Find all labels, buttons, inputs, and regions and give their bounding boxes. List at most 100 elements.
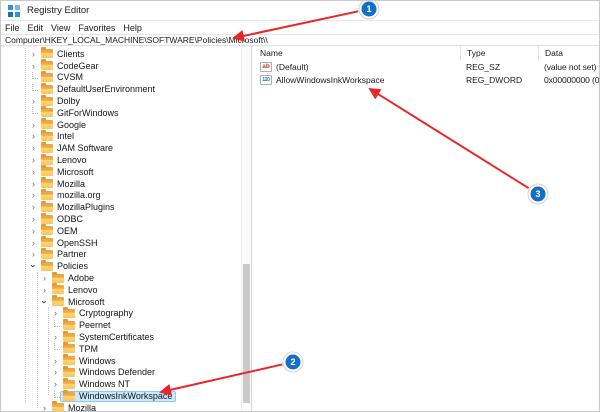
tree-item-label: Windows Defender — [79, 367, 155, 377]
chevron-collapsed-icon[interactable]: › — [29, 190, 38, 200]
tree-item-label: Microsoft — [57, 167, 94, 177]
tree-item-mozillaplugins[interactable]: ›MozillaPlugins — [1, 201, 240, 213]
chevron-collapsed-icon[interactable]: › — [29, 179, 38, 189]
folder-icon — [41, 108, 53, 117]
chevron-collapsed-icon[interactable]: › — [29, 143, 38, 153]
column-header-name[interactable]: Name — [254, 46, 460, 60]
chevron-expanded-icon[interactable]: › — [29, 262, 39, 271]
tree-item-label: Lenovo — [68, 285, 98, 295]
tree-item-defaultuserenvironment[interactable]: DefaultUserEnvironment — [1, 83, 240, 95]
tree-item-codegear[interactable]: ›CodeGear — [1, 60, 240, 72]
tree-item-jam-software[interactable]: ›JAM Software — [1, 142, 240, 154]
tree-scrollbar-thumb[interactable] — [243, 264, 250, 403]
tree-item-intel[interactable]: ›Intel — [1, 131, 240, 143]
tree-item-lenovo[interactable]: › Lenovo — [1, 284, 240, 296]
tree-item-label: Partner — [57, 249, 87, 259]
folder-icon — [41, 97, 53, 106]
tree-item-gitforwindows[interactable]: GitForWindows — [1, 107, 240, 119]
tree-item-mozilla[interactable]: ›Mozilla — [1, 178, 240, 190]
tree-item-adobe[interactable]: ›Adobe — [1, 272, 240, 284]
tree-item-openssh[interactable]: ›OpenSSH — [1, 237, 240, 249]
chevron-collapsed-icon[interactable]: › — [29, 202, 38, 212]
chevron-collapsed-icon[interactable]: › — [40, 285, 49, 295]
tree-item-label: Policies — [57, 261, 88, 271]
value-data: 0x00000000 (0) — [538, 75, 599, 85]
value-name: AllowWindowsInkWorkspace — [276, 75, 385, 85]
chevron-collapsed-icon[interactable]: › — [51, 379, 60, 389]
address-bar[interactable]: Computer\HKEY_LOCAL_MACHINE\SOFTWARE\Pol… — [1, 34, 599, 46]
chevron-collapsed-icon[interactable]: › — [29, 96, 38, 106]
tree-item-cvsm[interactable]: CVSM — [1, 72, 240, 84]
tree-item-label: Cryptography — [79, 308, 133, 318]
chevron-collapsed-icon[interactable]: › — [29, 120, 38, 130]
chevron-collapsed-icon[interactable]: › — [29, 131, 38, 141]
chevron-collapsed-icon[interactable]: › — [51, 356, 60, 366]
chevron-collapsed-icon[interactable]: › — [29, 249, 38, 259]
chevron-collapsed-icon[interactable]: › — [29, 167, 38, 177]
chevron-collapsed-icon[interactable]: › — [29, 226, 38, 236]
leaf-connector — [51, 393, 60, 400]
chevron-collapsed-icon[interactable]: › — [29, 61, 38, 71]
chevron-collapsed-icon[interactable]: › — [40, 273, 49, 283]
tree-item-peernet[interactable]: Peernet — [1, 319, 240, 331]
chevron-collapsed-icon[interactable]: › — [51, 367, 60, 377]
folder-icon — [41, 120, 53, 129]
folder-icon — [41, 73, 53, 82]
tree-item-clients[interactable]: ›Clients — [1, 48, 240, 60]
tree-item-label: WindowsInkWorkspace — [79, 391, 172, 401]
leaf-connector — [51, 322, 60, 329]
menu-item-favorites[interactable]: Favorites — [78, 23, 123, 33]
tree-item-windows-defender[interactable]: › Windows Defender — [1, 367, 240, 379]
tree-item-label: SystemCertificates — [79, 332, 154, 342]
tree-item-mozilla[interactable]: ›Mozilla — [1, 402, 240, 411]
chevron-expanded-icon[interactable]: › — [40, 297, 50, 306]
folder-icon — [63, 380, 75, 389]
tree-item-tpm[interactable]: TPM — [1, 343, 240, 355]
folder-icon — [52, 403, 64, 411]
tree-item-windows[interactable]: ›Windows — [1, 355, 240, 367]
menu-item-view[interactable]: View — [51, 23, 78, 33]
column-header-data[interactable]: Data — [538, 46, 599, 60]
menu-bar: File Edit View Favorites Help — [1, 21, 599, 34]
chevron-collapsed-icon[interactable]: › — [29, 238, 38, 248]
tree-scrollbar[interactable] — [241, 46, 251, 411]
tree-item-cryptography[interactable]: › Cryptography — [1, 308, 240, 320]
value-row-allowwindowsinkworkspace[interactable]: 110AllowWindowsInkWorkspaceREG_DWORD0x00… — [254, 73, 599, 86]
tree-item-google[interactable]: ›Google — [1, 119, 240, 131]
menu-item-help[interactable]: Help — [123, 23, 150, 33]
tree-item-label: ODBC — [57, 214, 83, 224]
tree-item-label: DefaultUserEnvironment — [57, 84, 155, 94]
chevron-collapsed-icon[interactable]: › — [51, 332, 60, 342]
tree-item-systemcertificates[interactable]: › SystemCertificates — [1, 331, 240, 343]
chevron-collapsed-icon[interactable]: › — [51, 308, 60, 318]
tree-item-oem[interactable]: › OEM — [1, 225, 240, 237]
tree-item-windows-nt[interactable]: ›Windows NT — [1, 378, 240, 390]
tree-item-lenovo[interactable]: ›Lenovo — [1, 154, 240, 166]
tree-item-microsoft[interactable]: › Microsoft — [1, 166, 240, 178]
tree-item-partner[interactable]: › Partner — [1, 249, 240, 261]
chevron-collapsed-icon[interactable]: › — [40, 403, 49, 411]
menu-item-edit[interactable]: Edit — [28, 23, 52, 33]
folder-icon — [52, 285, 64, 294]
tree-item-odbc[interactable]: › ODBC — [1, 213, 240, 225]
menu-item-file[interactable]: File — [5, 23, 28, 33]
leaf-connector — [29, 109, 38, 116]
tree-item-mozilla-org[interactable]: ›mozilla.org — [1, 190, 240, 202]
tree-item-windowsinkworkspace[interactable]: WindowsInkWorkspace — [1, 390, 240, 402]
chevron-collapsed-icon[interactable]: › — [29, 155, 38, 165]
chevron-collapsed-icon[interactable]: › — [29, 49, 38, 59]
registry-editor-icon — [8, 5, 20, 17]
folder-icon — [41, 191, 53, 200]
leaf-connector — [29, 74, 38, 81]
registry-editor-window: Registry Editor File Edit View Favorites… — [0, 0, 600, 412]
tree-item-policies[interactable]: › Policies — [1, 260, 240, 272]
tree-item-label: Microsoft — [68, 297, 105, 307]
tree-item-label: OEM — [57, 226, 78, 236]
folder-icon — [63, 392, 75, 401]
value-name: (Default) — [276, 62, 309, 72]
chevron-collapsed-icon[interactable]: › — [29, 214, 38, 224]
tree-item-microsoft[interactable]: › Microsoft — [1, 296, 240, 308]
column-header-type[interactable]: Type — [460, 46, 538, 60]
value-row-default[interactable]: ab(Default)REG_SZ(value not set) — [254, 60, 599, 73]
tree-item-dolby[interactable]: ›Dolby — [1, 95, 240, 107]
